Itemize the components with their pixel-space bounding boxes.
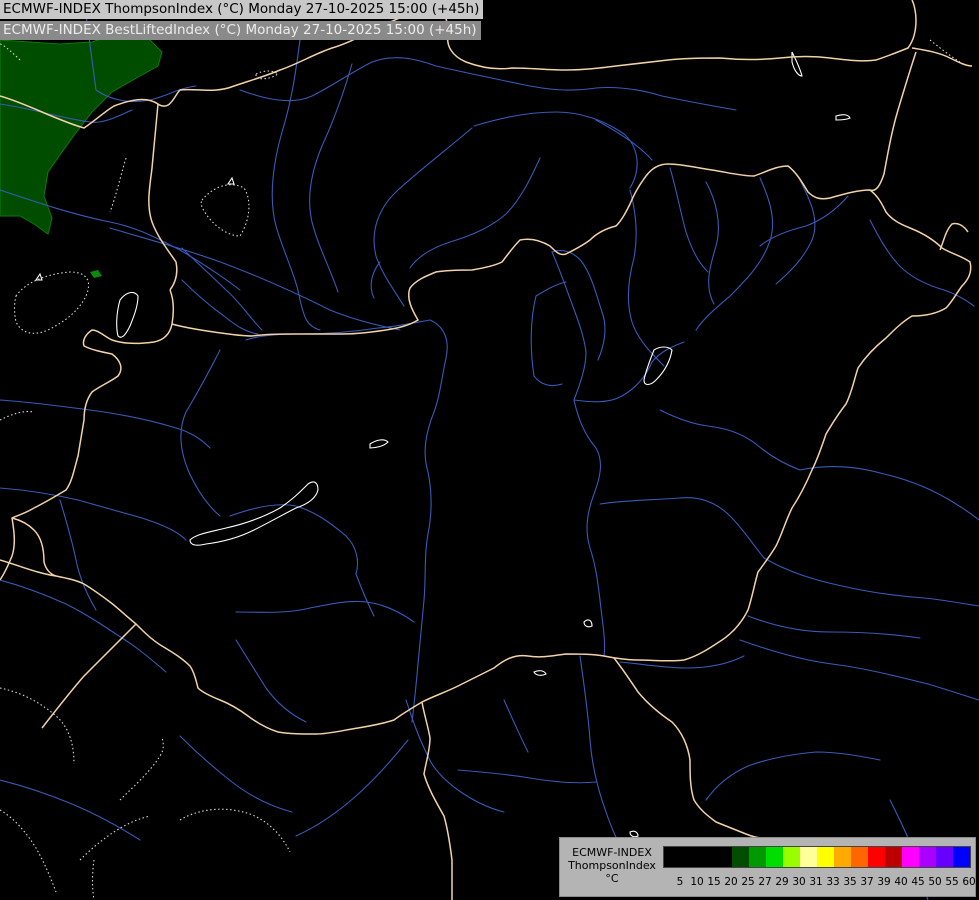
title-best-lifted-index: ECMWF-INDEX BestLiftedIndex (°C) Monday … <box>0 21 481 40</box>
legend-swatch <box>698 847 715 867</box>
legend-swatch <box>953 847 970 867</box>
legend-swatch <box>834 847 851 867</box>
legend-swatch <box>919 847 936 867</box>
legend-swatch <box>715 847 732 867</box>
legend-swatch <box>851 847 868 867</box>
legend-tick-label: 60 <box>962 876 976 888</box>
map-background <box>0 0 979 900</box>
legend-swatch <box>885 847 902 867</box>
legend-color-scale <box>663 846 971 868</box>
legend-swatch <box>732 847 749 867</box>
legend-swatch <box>681 847 698 867</box>
legend-swatch <box>783 847 800 867</box>
legend-tick-labels: 5 10 15 20 25 27 29 30 31 33 35 37 39 40 45 50 55 60 <box>663 876 977 890</box>
legend-parameter: ThompsonIndex <box>568 859 656 872</box>
legend-source: ECMWF-INDEX <box>572 846 652 859</box>
legend-swatch <box>936 847 953 867</box>
legend-swatch <box>664 847 681 867</box>
legend-swatch <box>766 847 783 867</box>
legend-swatch <box>902 847 919 867</box>
legend-swatch <box>800 847 817 867</box>
color-legend: ECMWF-INDEX ThompsonIndex °C 5 10 15 20 25 27… <box>559 837 976 897</box>
legend-swatch <box>817 847 834 867</box>
title-thompson-index: ECMWF-INDEX ThompsonIndex (°C) Monday 27… <box>0 0 484 19</box>
weather-map <box>0 0 979 900</box>
legend-swatch <box>749 847 766 867</box>
legend-unit: °C <box>605 872 619 885</box>
legend-label: ECMWF-INDEX ThompsonIndex °C <box>562 846 662 885</box>
legend-swatch <box>868 847 885 867</box>
